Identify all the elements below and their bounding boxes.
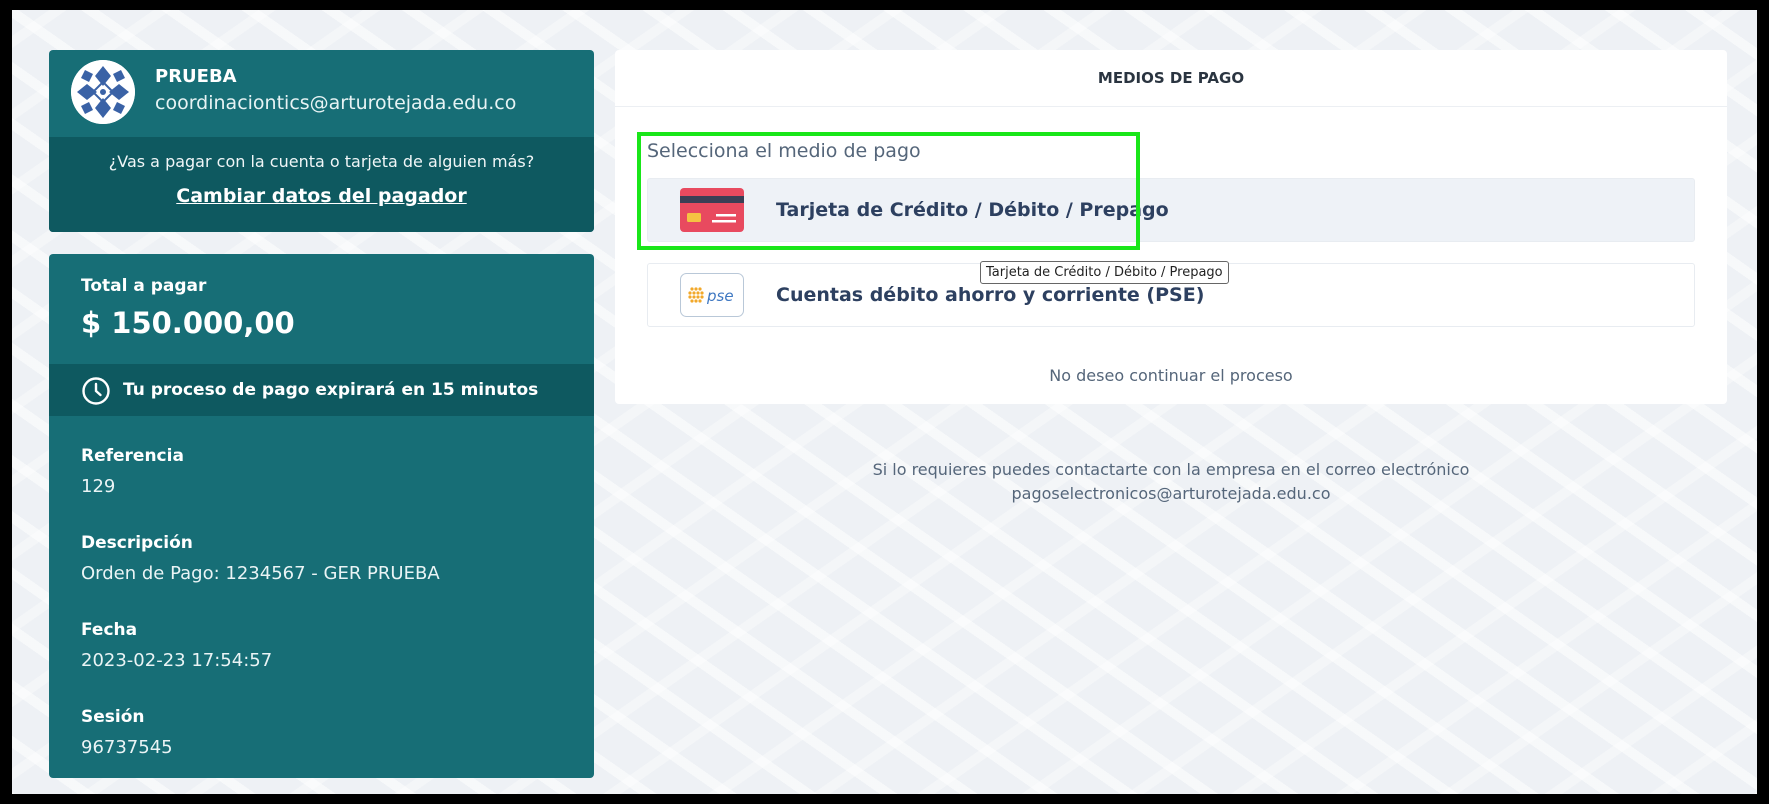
reference-label: Referencia	[81, 446, 184, 466]
date-label: Fecha	[81, 620, 138, 640]
expiry-timer-text: Tu proceso de pago expirará en 15 minuto…	[123, 380, 539, 400]
payer-info: PRUEBA coordinaciontics@arturotejada.edu…	[49, 50, 594, 137]
payer-email: coordinaciontics@arturotejada.edu.co	[155, 92, 517, 114]
contact-email: pagoselectronicos@arturotejada.edu.co	[1011, 484, 1331, 503]
payer-name: PRUEBA	[155, 66, 237, 87]
company-logo	[71, 60, 135, 124]
payment-method-card-label: Tarjeta de Crédito / Débito / Prepago	[776, 199, 1169, 221]
payment-method-card[interactable]: Tarjeta de Crédito / Débito / Prepago	[647, 178, 1695, 242]
payment-methods-title: MEDIOS DE PAGO	[615, 50, 1727, 107]
session-value: 96737545	[81, 737, 173, 758]
reference-value: 129	[81, 476, 116, 497]
credit-card-icon	[680, 188, 744, 232]
description-value: Orden de Pago: 1234567 - GER PRUEBA	[81, 563, 440, 584]
contact-info: Si lo requieres puedes contactarte con l…	[615, 458, 1727, 506]
payment-methods-card: MEDIOS DE PAGO Selecciona el medio de pa…	[615, 50, 1727, 404]
change-payer-link[interactable]: Cambiar datos del pagador	[176, 185, 466, 207]
payer-card: PRUEBA coordinaciontics@arturotejada.edu…	[49, 50, 594, 232]
total-amount: $ 150.000,00	[81, 306, 295, 340]
pse-logo-icon: pse	[680, 273, 744, 317]
payment-summary-card: Total a pagar $ 150.000,00 Tu proceso de…	[49, 254, 594, 778]
tooltip: Tarjeta de Crédito / Débito / Prepago	[980, 261, 1229, 284]
date-value: 2023-02-23 17:54:57	[81, 650, 273, 671]
change-payer-section: ¿Vas a pagar con la cuenta o tarjeta de …	[49, 137, 594, 232]
pse-logo-text: pse	[706, 287, 734, 305]
clock-icon	[82, 377, 110, 405]
frame-border	[0, 794, 1769, 804]
total-label: Total a pagar	[81, 276, 207, 296]
contact-text: Si lo requieres puedes contactarte con l…	[872, 460, 1470, 479]
cancel-process-link[interactable]: No deseo continuar el proceso	[615, 366, 1727, 385]
payment-method-pse-label: Cuentas débito ahorro y corriente (PSE)	[776, 284, 1205, 306]
payment-screen: PRUEBA coordinaciontics@arturotejada.edu…	[12, 10, 1757, 804]
change-payer-question: ¿Vas a pagar con la cuenta o tarjeta de …	[108, 152, 535, 171]
description-label: Descripción	[81, 533, 193, 553]
expiry-timer-bar: Tu proceso de pago expirará en 15 minuto…	[49, 364, 594, 416]
session-label: Sesión	[81, 707, 145, 727]
payment-methods-subtitle: Selecciona el medio de pago	[647, 140, 921, 162]
